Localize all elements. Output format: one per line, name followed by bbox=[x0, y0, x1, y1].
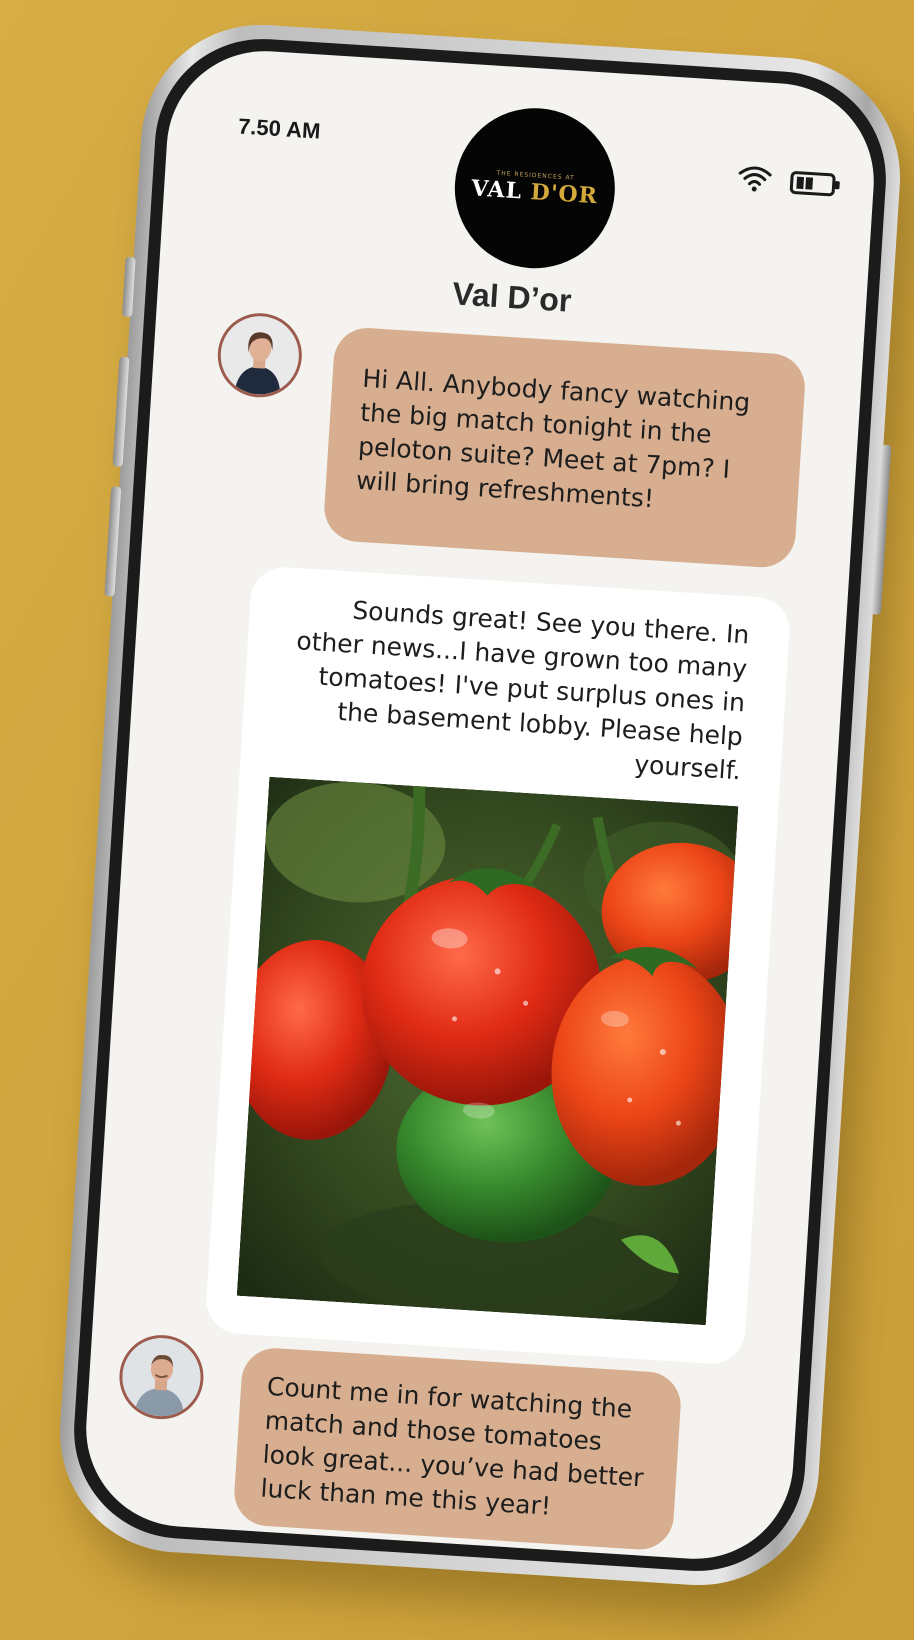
message-bubble-3: Count me in for watching the match and t… bbox=[232, 1346, 683, 1552]
avatar-woman-icon bbox=[218, 313, 302, 397]
message-bubble-1: Hi All. Anybody fancy watching the big m… bbox=[322, 325, 807, 570]
logo-wordmark: VAL D'OR bbox=[471, 175, 599, 209]
tomatoes-photo[interactable] bbox=[236, 776, 739, 1326]
avatar-sender-1[interactable] bbox=[215, 310, 305, 400]
wifi-icon bbox=[738, 166, 772, 192]
logo-word-dor: D'OR bbox=[529, 178, 599, 209]
phone-screen: 7.50 AM THE RESIDENCES AT VAL D'OR Val D… bbox=[80, 45, 880, 1565]
group-logo[interactable]: THE RESIDENCES AT VAL D'OR bbox=[449, 103, 620, 274]
message-bubble-2: Sounds great! See you there. In other ne… bbox=[204, 565, 792, 1366]
avatar-man-icon bbox=[120, 1335, 203, 1419]
battery-icon bbox=[789, 171, 840, 197]
status-time: 7.50 AM bbox=[237, 113, 322, 144]
avatar-sender-3[interactable] bbox=[116, 1332, 207, 1422]
message-text-2: Sounds great! See you there. In other ne… bbox=[295, 595, 751, 786]
phone-mockup: 7.50 AM THE RESIDENCES AT VAL D'OR Val D… bbox=[52, 17, 908, 1593]
tomatoes-image bbox=[236, 776, 739, 1326]
logo-word-val: VAL bbox=[470, 174, 532, 205]
